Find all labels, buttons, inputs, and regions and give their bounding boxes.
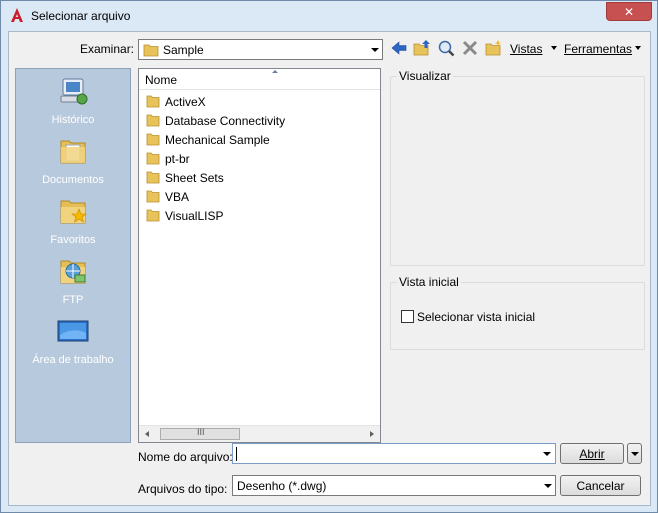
open-options-dropdown[interactable]: [627, 443, 642, 464]
horizontal-scrollbar[interactable]: III: [139, 425, 380, 442]
search-web-icon[interactable]: [437, 39, 455, 57]
close-icon: ✕: [623, 4, 635, 19]
file-name: pt-br: [165, 152, 190, 166]
file-name: ActiveX: [165, 95, 206, 109]
dialog-client-area: Examinar: Sample Vistas Ferramentas Hist…: [8, 31, 651, 506]
preview-group: Visualizar: [390, 69, 645, 266]
look-in-value: Sample: [163, 43, 204, 57]
folder-icon: [146, 190, 160, 203]
open-button[interactable]: Abrir: [560, 443, 624, 464]
look-in-label: Examinar:: [80, 42, 135, 56]
up-folder-icon[interactable]: [413, 39, 431, 57]
folder-icon: [143, 44, 159, 57]
folder-icon: [146, 133, 160, 146]
folder-icon: [146, 114, 160, 127]
place-favorites[interactable]: Favoritos: [16, 195, 130, 246]
place-history-label: Histórico: [51, 114, 95, 126]
file-name: VBA: [165, 190, 190, 204]
desktop-icon: [57, 320, 89, 342]
place-history[interactable]: Histórico: [16, 75, 130, 126]
list-item[interactable]: VBA: [146, 187, 376, 206]
filename-input[interactable]: [232, 443, 556, 464]
documents-icon: [60, 140, 86, 164]
text-caret: [236, 447, 237, 461]
new-folder-icon[interactable]: [485, 39, 503, 57]
scroll-right-icon[interactable]: [370, 431, 374, 437]
initial-view-checkbox[interactable]: [401, 310, 414, 323]
favorites-icon: [60, 200, 87, 224]
look-in-combo[interactable]: Sample: [138, 39, 383, 60]
autocad-logo-icon: [11, 8, 23, 22]
cancel-button[interactable]: Cancelar: [560, 475, 641, 496]
list-item[interactable]: Sheet Sets: [146, 168, 376, 187]
dialog-window: Selecionar arquivo ✕ Examinar: Sample Vi…: [0, 0, 658, 513]
folder-icon: [146, 171, 160, 184]
folder-icon: [146, 209, 160, 222]
file-list[interactable]: Nome ActiveX Database Connectivity Mechani…: [138, 68, 381, 443]
chevron-down-icon: [371, 47, 379, 52]
place-desktop[interactable]: Área de trabalho: [16, 315, 130, 366]
open-button-label: Abrir: [579, 447, 605, 461]
column-header-label: Nome: [145, 73, 178, 87]
back-icon[interactable]: [390, 39, 408, 57]
window-title: Selecionar arquivo: [31, 9, 131, 23]
filetype-label: Arquivos do tipo:: [138, 482, 228, 496]
sort-ascending-icon: [272, 70, 278, 73]
places-bar: Histórico Documentos Favoritos FTP Área …: [15, 68, 131, 443]
views-menu[interactable]: Vistas: [510, 42, 542, 56]
history-icon: [60, 78, 88, 105]
title-bar[interactable]: Selecionar arquivo ✕: [1, 1, 657, 31]
chevron-down-icon: [544, 483, 552, 488]
delete-icon[interactable]: [461, 39, 479, 57]
filetype-combo[interactable]: Desenho (*.dwg): [232, 475, 556, 496]
chevron-down-icon: [631, 452, 639, 456]
place-favorites-label: Favoritos: [50, 234, 96, 246]
scroll-left-icon[interactable]: [145, 431, 149, 437]
ftp-icon: [60, 260, 86, 284]
filename-label: Nome do arquivo:: [138, 450, 233, 464]
place-documents[interactable]: Documentos: [16, 135, 130, 186]
place-documents-label: Documentos: [42, 174, 104, 186]
scroll-grip: III: [197, 427, 205, 437]
list-item[interactable]: Mechanical Sample: [146, 130, 376, 149]
initial-view-checkbox-label[interactable]: Selecionar vista inicial: [417, 310, 535, 324]
cancel-button-label: Cancelar: [576, 479, 625, 493]
place-desktop-label: Área de trabalho: [32, 354, 114, 366]
list-item[interactable]: Database Connectivity: [146, 111, 376, 130]
filetype-value: Desenho (*.dwg): [237, 479, 327, 493]
place-ftp[interactable]: FTP: [16, 255, 130, 306]
file-name: Mechanical Sample: [165, 133, 270, 147]
list-item[interactable]: ActiveX: [146, 92, 376, 111]
preview-title: Visualizar: [397, 69, 453, 83]
place-ftp-label: FTP: [62, 294, 84, 306]
column-header-name[interactable]: Nome: [139, 69, 380, 90]
list-item[interactable]: pt-br: [146, 149, 376, 168]
scroll-thumb[interactable]: III: [160, 427, 240, 440]
close-button[interactable]: ✕: [606, 2, 652, 21]
filename-history-dropdown-icon[interactable]: [543, 452, 551, 456]
list-item[interactable]: VisualLISP: [146, 206, 376, 225]
file-name: Database Connectivity: [165, 114, 286, 128]
initial-view-title: Vista inicial: [397, 275, 461, 289]
initial-view-group: Vista inicial Selecionar vista inicial: [390, 275, 645, 350]
file-name: Sheet Sets: [165, 171, 224, 185]
folder-icon: [146, 152, 160, 165]
views-dropdown-icon[interactable]: [551, 46, 557, 50]
tools-menu[interactable]: Ferramentas: [564, 42, 632, 56]
folder-icon: [146, 95, 160, 108]
file-name: VisualLISP: [165, 209, 224, 223]
tools-dropdown-icon[interactable]: [635, 46, 641, 50]
